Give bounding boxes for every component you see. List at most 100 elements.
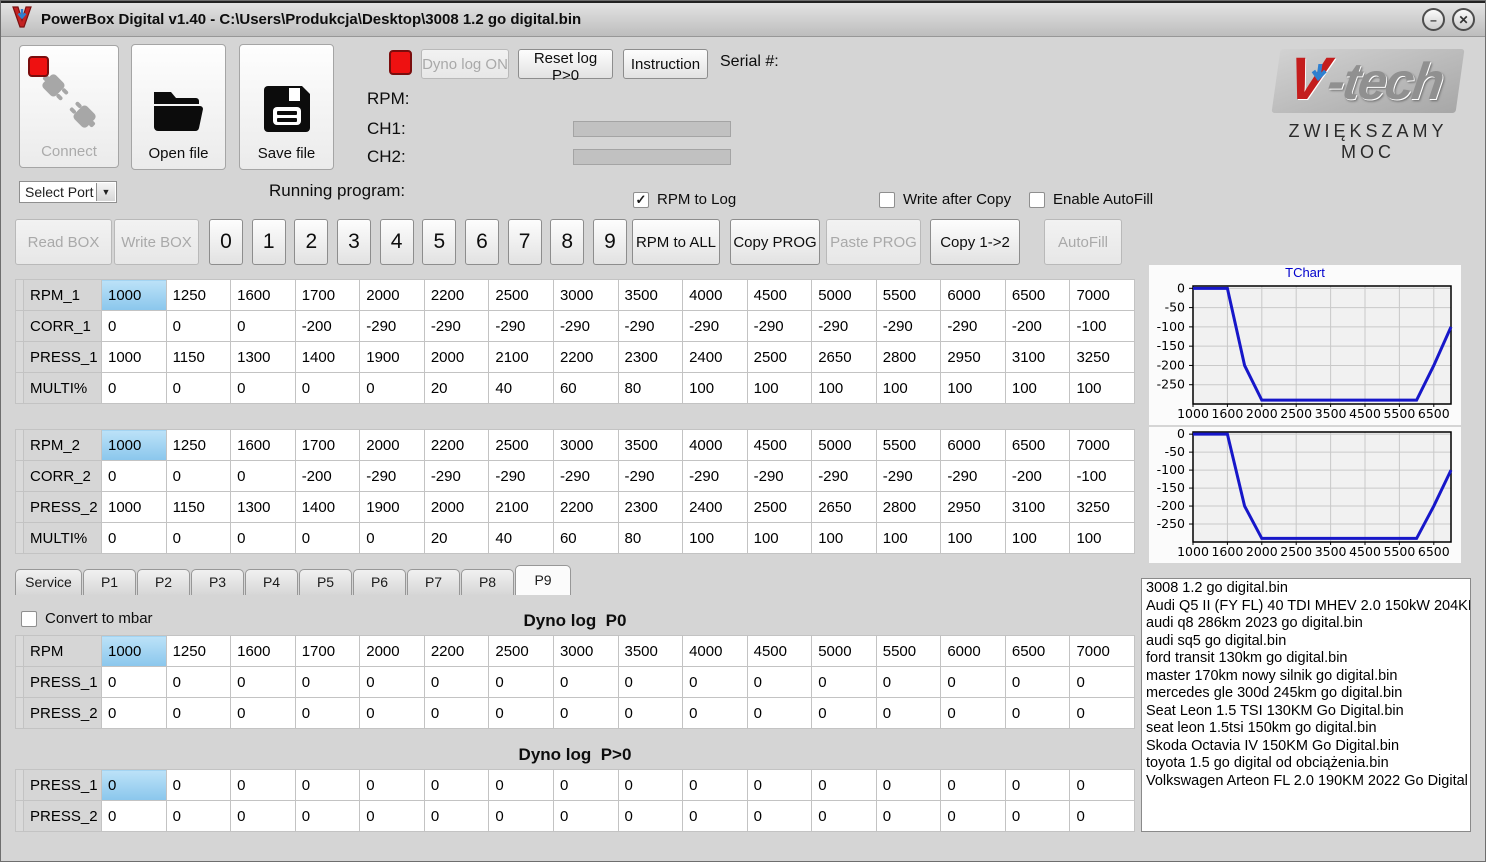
grid-cell[interactable]: 4500 xyxy=(746,279,813,311)
grid-cell[interactable]: 80 xyxy=(617,522,684,554)
file-list-item[interactable]: seat leon 1.5tsi 150km go digital.bin xyxy=(1142,720,1470,738)
grid-cell[interactable]: 0 xyxy=(552,769,619,801)
grid-cell[interactable]: 0 xyxy=(423,697,490,729)
file-list-item[interactable]: master 170km nowy silnik go digital.bin xyxy=(1142,668,1470,686)
grid-cell[interactable]: 1400 xyxy=(294,341,361,373)
grid-cell[interactable]: -290 xyxy=(617,310,684,342)
write-after-copy-checkbox[interactable]: Write after Copy xyxy=(879,191,1011,208)
grid-cell[interactable]: 0 xyxy=(746,800,813,832)
digit-button-1[interactable]: 1 xyxy=(251,219,286,265)
grid-cell[interactable]: -290 xyxy=(875,310,942,342)
grid-cell[interactable]: 0 xyxy=(682,697,748,729)
paste-prog-button[interactable]: Paste PROG xyxy=(826,219,921,265)
grid-cell[interactable]: 0 xyxy=(746,769,813,801)
grid-cell[interactable]: 0 xyxy=(811,697,877,729)
grid-cell[interactable]: 0 xyxy=(488,666,554,698)
grid-cell[interactable]: -290 xyxy=(682,460,748,492)
file-list-item[interactable]: ford transit 130km go digital.bin xyxy=(1142,650,1470,668)
grid-cell[interactable]: 2500 xyxy=(488,279,554,311)
grid-cell[interactable]: 0 xyxy=(488,800,554,832)
grid-cell[interactable]: 2650 xyxy=(811,341,877,373)
digit-button-3[interactable]: 3 xyxy=(336,219,371,265)
grid-cell[interactable]: 100 xyxy=(1004,522,1071,554)
grid-cell[interactable]: 3500 xyxy=(617,429,684,461)
grid-cell[interactable]: 0 xyxy=(811,800,877,832)
grid-cell[interactable]: 0 xyxy=(811,666,877,698)
grid-cell[interactable]: -290 xyxy=(746,460,813,492)
grid-cell[interactable]: -290 xyxy=(423,310,490,342)
grid-cell[interactable]: 60 xyxy=(552,522,619,554)
grid-cell[interactable]: 0 xyxy=(230,769,296,801)
grid-cell[interactable]: -290 xyxy=(552,310,619,342)
grid-cell[interactable]: 0 xyxy=(101,460,167,492)
grid-cell[interactable]: 0 xyxy=(1069,666,1135,698)
grid-cell[interactable]: 0 xyxy=(682,800,748,832)
tab-p1[interactable]: P1 xyxy=(83,569,136,595)
grid-cell[interactable]: 2000 xyxy=(359,635,425,667)
select-port-dropdown[interactable]: Select Port ▼ xyxy=(19,181,117,203)
grid-cell[interactable]: 0 xyxy=(423,800,490,832)
grid-cell[interactable]: 2000 xyxy=(359,279,425,311)
grid-cell[interactable]: 100 xyxy=(940,522,1006,554)
grid-cell[interactable]: 3000 xyxy=(552,429,619,461)
tab-p3[interactable]: P3 xyxy=(191,569,244,595)
grid-cell[interactable]: 0 xyxy=(230,522,296,554)
grid-cell[interactable]: 7000 xyxy=(1069,429,1135,461)
grid-cell[interactable]: 0 xyxy=(423,769,490,801)
grid-cell[interactable]: -290 xyxy=(423,460,490,492)
tab-p7[interactable]: P7 xyxy=(407,569,460,595)
grid-cell[interactable]: -200 xyxy=(294,460,361,492)
grid-cell[interactable]: 0 xyxy=(230,800,296,832)
grid-cell[interactable]: 6000 xyxy=(940,429,1006,461)
grid-cell[interactable]: 1600 xyxy=(230,429,296,461)
grid-cell[interactable]: -290 xyxy=(552,460,619,492)
grid-cell[interactable]: 0 xyxy=(359,769,425,801)
grid-cell[interactable]: 100 xyxy=(875,372,942,404)
grid-cell[interactable]: 2950 xyxy=(940,341,1006,373)
grid-cell[interactable]: 2650 xyxy=(811,491,877,523)
grid-cell[interactable]: 0 xyxy=(682,666,748,698)
grid-cell[interactable]: 0 xyxy=(359,800,425,832)
read-box-button[interactable]: Read BOX xyxy=(15,219,112,265)
grid-cell[interactable]: 2300 xyxy=(617,491,684,523)
grid-cell[interactable]: 1900 xyxy=(359,341,425,373)
grid-cell[interactable]: 1250 xyxy=(165,279,232,311)
grid-cell[interactable]: 3100 xyxy=(1004,341,1071,373)
grid-cell[interactable]: 0 xyxy=(1004,769,1071,801)
grid-cell[interactable]: 0 xyxy=(165,666,232,698)
grid-cell[interactable]: 0 xyxy=(165,697,232,729)
grid-cell[interactable]: 100 xyxy=(746,372,813,404)
grid-cell[interactable]: 0 xyxy=(682,769,748,801)
grid-cell[interactable]: 1250 xyxy=(165,635,232,667)
grid-cell[interactable]: 1600 xyxy=(230,279,296,311)
grid-cell[interactable]: 1700 xyxy=(294,429,361,461)
file-list-item[interactable]: 3008 1.2 go digital.bin xyxy=(1142,580,1470,598)
grid-cell[interactable]: 0 xyxy=(1069,800,1135,832)
grid-cell[interactable]: 0 xyxy=(101,310,167,342)
grid-cell[interactable]: 6000 xyxy=(940,279,1006,311)
open-file-button[interactable]: Open file xyxy=(131,44,226,170)
digit-button-8[interactable]: 8 xyxy=(550,219,585,265)
grid-cell[interactable]: 2100 xyxy=(488,341,554,373)
digit-button-9[interactable]: 9 xyxy=(592,219,627,265)
file-list-item[interactable]: Seat Leon 1.5 TSI 130KM Go Digital.bin xyxy=(1142,703,1470,721)
instruction-button[interactable]: Instruction xyxy=(623,49,708,79)
grid-cell[interactable]: 0 xyxy=(875,769,942,801)
digit-button-4[interactable]: 4 xyxy=(379,219,414,265)
grid-cell[interactable]: 5500 xyxy=(875,279,942,311)
grid-cell[interactable]: 6500 xyxy=(1004,635,1071,667)
grid-cell[interactable]: 0 xyxy=(230,666,296,698)
grid-cell[interactable]: 0 xyxy=(230,460,296,492)
grid-cell[interactable]: 1300 xyxy=(230,491,296,523)
grid-cell[interactable]: 0 xyxy=(1004,697,1071,729)
grid-cell[interactable]: 0 xyxy=(552,666,619,698)
grid-cell[interactable]: 40 xyxy=(488,522,554,554)
grid-cell[interactable]: 1700 xyxy=(294,279,361,311)
file-list-item[interactable]: Volkswagen Arteon FL 2.0 190KM 2022 Go D… xyxy=(1142,773,1470,791)
grid-cell[interactable]: 0 xyxy=(230,697,296,729)
grid-cell[interactable]: 100 xyxy=(1069,522,1135,554)
grid-cell[interactable]: 2300 xyxy=(617,341,684,373)
grid-cell[interactable]: 5000 xyxy=(811,635,877,667)
grid-cell[interactable]: -290 xyxy=(875,460,942,492)
grid-cell[interactable]: 40 xyxy=(488,372,554,404)
